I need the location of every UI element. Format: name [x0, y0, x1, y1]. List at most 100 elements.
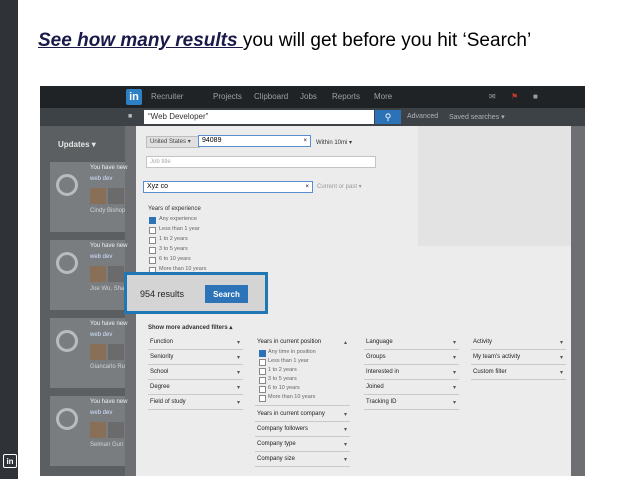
- position-option: Less than 1 year: [268, 358, 309, 364]
- filter-degree[interactable]: Degree: [150, 384, 170, 390]
- filter-tracking-id[interactable]: Tracking ID: [366, 399, 396, 405]
- chevron-down-icon[interactable]: ▾: [560, 369, 563, 376]
- account-icon[interactable]: ■: [533, 92, 538, 101]
- nav-item-recruiter[interactable]: Recruiter: [151, 92, 183, 101]
- chevron-down-icon[interactable]: ▾: [453, 384, 456, 391]
- linkedin-nav-logo-icon: in: [126, 89, 142, 105]
- position-option: 3 to 5 years: [268, 376, 297, 382]
- filter-groups[interactable]: Groups: [366, 354, 386, 360]
- saved-searches-link[interactable]: Saved searches ▾: [449, 113, 505, 121]
- updates-dropdown[interactable]: Updates ▾: [58, 140, 96, 149]
- chevron-down-icon[interactable]: ▾: [453, 399, 456, 406]
- feed-search-name[interactable]: web dev: [90, 332, 112, 338]
- feed-item[interactable]: You have new web dev Joe Wu, Sha: [50, 240, 127, 310]
- filter-interested-in[interactable]: Interested in: [366, 369, 399, 375]
- nav-item-clipboard[interactable]: Clipboard: [254, 92, 288, 101]
- chevron-down-icon[interactable]: ▾: [453, 339, 456, 346]
- nav-item-projects[interactable]: Projects: [213, 92, 242, 101]
- checkbox[interactable]: [149, 217, 156, 224]
- search-icon[interactable]: ⚲: [375, 110, 401, 124]
- filter-company-type[interactable]: Company type: [257, 441, 296, 447]
- keyword-search-input[interactable]: “Web Developer”: [144, 110, 374, 124]
- position-option: Any time in position: [268, 349, 316, 355]
- years-experience-title: Years of experience: [148, 206, 201, 212]
- avatar: [108, 422, 124, 438]
- magnifier-icon: [56, 252, 78, 274]
- chevron-down-icon[interactable]: ▾: [344, 426, 347, 433]
- checkbox[interactable]: [149, 247, 156, 254]
- filter-language[interactable]: Language: [366, 339, 393, 345]
- slide-left-bar: in: [0, 0, 18, 479]
- chevron-down-icon[interactable]: ▾: [560, 339, 563, 346]
- checkbox[interactable]: [259, 395, 266, 402]
- checkbox[interactable]: [149, 227, 156, 234]
- feed-item[interactable]: You have new web dev Cindy Bishop: [50, 162, 127, 232]
- filter-company-followers[interactable]: Company followers: [257, 426, 308, 432]
- checkbox[interactable]: [149, 237, 156, 244]
- chevron-down-icon[interactable]: ▾: [344, 456, 347, 463]
- checkbox[interactable]: [259, 359, 266, 366]
- feed-item[interactable]: You have new web dev Selman Gun: [50, 396, 127, 466]
- divider: [471, 349, 566, 350]
- checkbox[interactable]: [259, 377, 266, 384]
- divider: [148, 364, 243, 365]
- flag-icon[interactable]: ⚑: [511, 92, 518, 101]
- divider: [364, 349, 459, 350]
- feed-footer: Giancarlo Ru: [90, 364, 126, 370]
- chevron-down-icon[interactable]: ▾: [237, 354, 240, 361]
- filter-field-of-study[interactable]: Field of study: [150, 399, 186, 405]
- position-option: More than 10 years: [268, 394, 316, 400]
- results-count: 954 results: [140, 289, 185, 299]
- chevron-down-icon[interactable]: ▾: [560, 354, 563, 361]
- feed-item[interactable]: You have new web dev Giancarlo Ru: [50, 318, 127, 388]
- feed-search-name[interactable]: web dev: [90, 176, 112, 182]
- filter-years-current-position[interactable]: Years in current position: [257, 339, 321, 345]
- avatar: [90, 188, 106, 204]
- within-select[interactable]: Within 10mi ▾: [316, 139, 352, 146]
- filter-school[interactable]: School: [150, 369, 168, 375]
- feed-search-name[interactable]: web dev: [90, 410, 112, 416]
- chevron-down-icon[interactable]: ▾: [237, 339, 240, 346]
- chevron-down-icon[interactable]: ▾: [237, 369, 240, 376]
- exp-option: 6 to 10 years: [159, 256, 191, 262]
- feed-search-name[interactable]: web dev: [90, 254, 112, 260]
- position-option: 6 to 10 years: [268, 385, 300, 391]
- postal-code-input[interactable]: 94089 ×: [198, 135, 311, 147]
- checkbox[interactable]: [149, 257, 156, 264]
- chevron-up-icon[interactable]: ▴: [344, 339, 347, 346]
- current-or-past-select[interactable]: Current or past ▾: [317, 183, 362, 190]
- chevron-down-icon[interactable]: ▾: [453, 369, 456, 376]
- clear-icon[interactable]: ×: [305, 182, 309, 192]
- filter-custom[interactable]: Custom filter: [473, 369, 507, 375]
- nav-item-jobs[interactable]: Jobs: [300, 92, 317, 101]
- feed-footer: Selman Gun: [90, 442, 124, 448]
- filter-activity[interactable]: Activity: [473, 339, 492, 345]
- nav-item-more[interactable]: More: [374, 92, 392, 101]
- exp-option: 1 to 2 years: [159, 236, 188, 242]
- nav-item-reports[interactable]: Reports: [332, 92, 360, 101]
- chevron-down-icon[interactable]: ▾: [237, 384, 240, 391]
- country-select[interactable]: United States ▾: [146, 136, 200, 148]
- search-button[interactable]: Search: [205, 285, 248, 303]
- chevron-down-icon[interactable]: ▾: [344, 411, 347, 418]
- mail-icon[interactable]: ✉: [489, 92, 496, 101]
- clear-icon[interactable]: ×: [303, 136, 307, 146]
- show-more-filters-link[interactable]: Show more advanced filters ▴: [148, 324, 232, 331]
- advanced-link[interactable]: Advanced: [407, 113, 438, 120]
- filter-seniority[interactable]: Seniority: [150, 354, 173, 360]
- checkbox[interactable]: [259, 350, 266, 357]
- chevron-down-icon[interactable]: ▾: [344, 441, 347, 448]
- filter-team-activity[interactable]: My team's activity: [473, 354, 520, 360]
- filter-company-size[interactable]: Company size: [257, 456, 295, 462]
- company-input[interactable]: Xyz co ×: [143, 181, 313, 193]
- checkbox[interactable]: [259, 368, 266, 375]
- filter-function[interactable]: Function: [150, 339, 173, 345]
- chevron-down-icon[interactable]: ▾: [453, 354, 456, 361]
- filter-years-current-company[interactable]: Years in current company: [257, 411, 325, 417]
- chevron-down-icon[interactable]: ▾: [237, 399, 240, 406]
- divider: [364, 409, 459, 410]
- filter-joined[interactable]: Joined: [366, 384, 384, 390]
- job-title-input[interactable]: Job title: [146, 156, 376, 168]
- feed-footer: Cindy Bishop: [90, 208, 126, 214]
- checkbox[interactable]: [259, 386, 266, 393]
